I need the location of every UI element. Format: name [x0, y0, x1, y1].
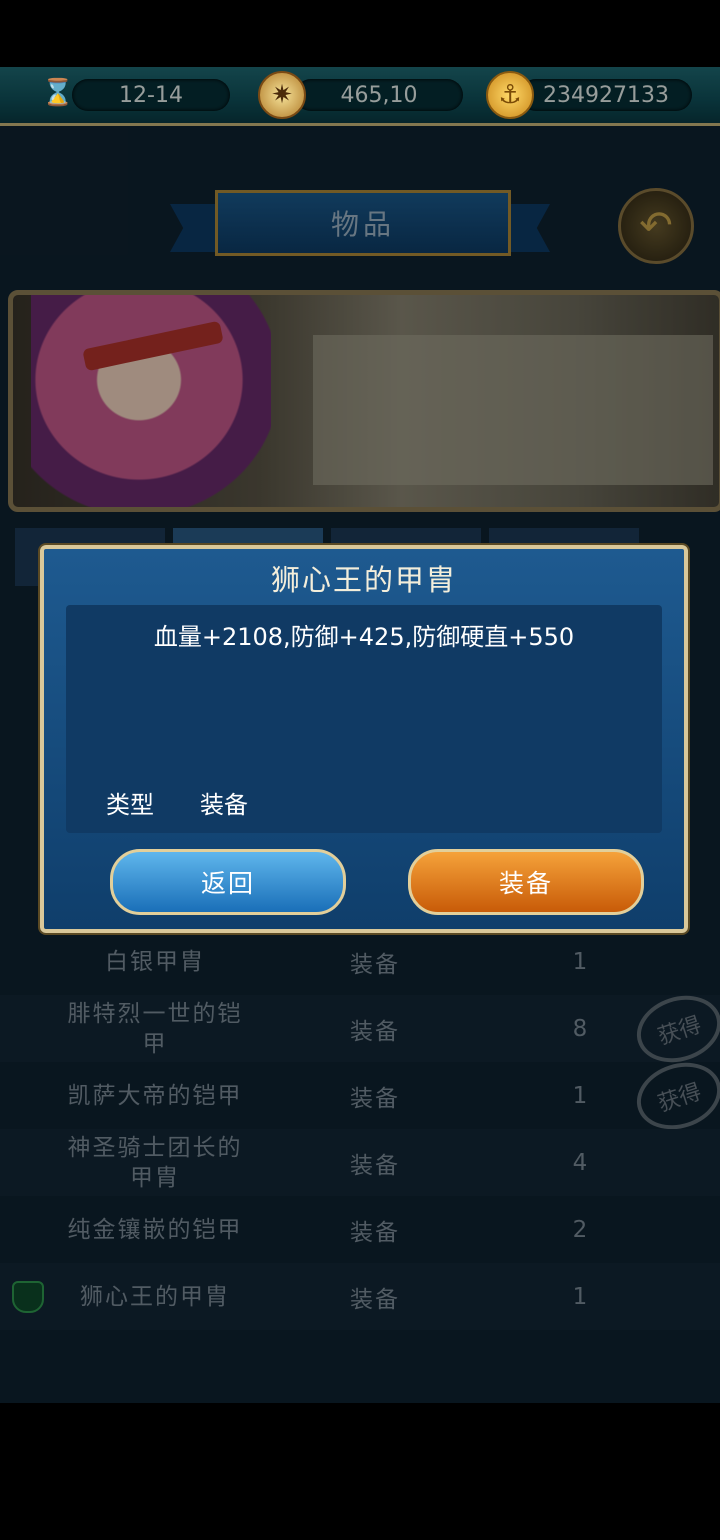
item-stats: 血量+2108,防御+425,防御硬直+550 [153, 623, 575, 651]
equip-button[interactable]: 装备 [408, 849, 644, 915]
hourglass-icon: ⌛ [41, 78, 75, 108]
gold-coin-icon: ⚓ [486, 71, 534, 119]
type-label: 类型 [106, 791, 154, 819]
return-button[interactable]: 返回 [110, 849, 346, 915]
bottom-bar [0, 1403, 720, 1540]
item-detail-dialog: 狮心王的甲胄 血量+2108,防御+425,防御硬直+550 类型 装备 返回 … [40, 545, 688, 933]
compass-icon: ✷ [258, 71, 306, 119]
dialog-title: 狮心王的甲胄 [270, 563, 457, 597]
dialog-info-panel: 血量+2108,防御+425,防御硬直+550 类型 装备 [66, 605, 662, 833]
type-value: 装备 [200, 791, 248, 819]
